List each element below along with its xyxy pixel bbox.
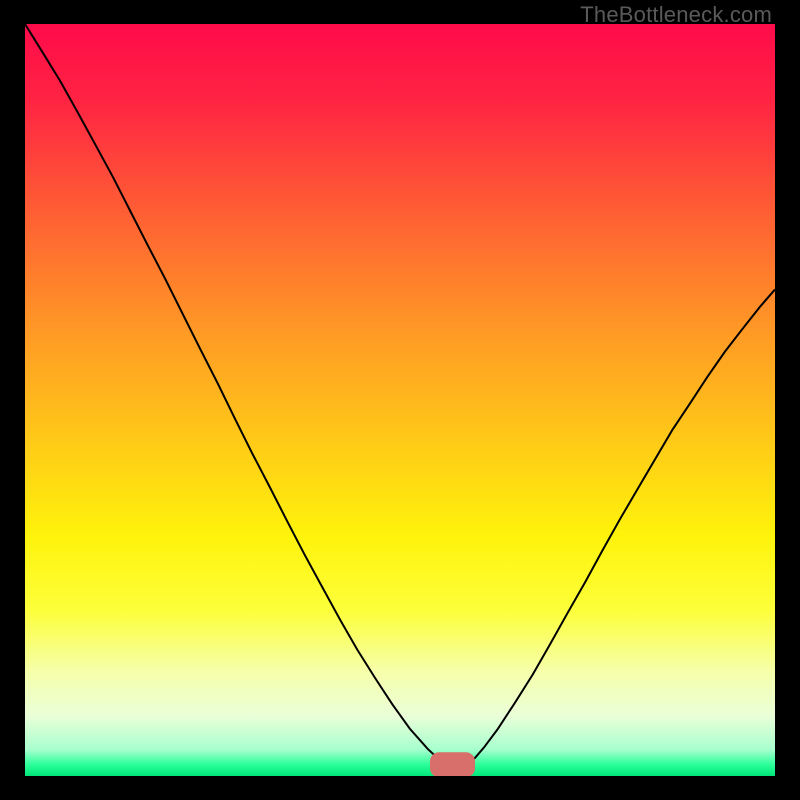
watermark-text: TheBottleneck.com <box>580 2 772 28</box>
chart-background <box>25 24 775 776</box>
optimum-marker <box>430 752 475 776</box>
chart-frame <box>25 24 775 776</box>
bottleneck-chart <box>25 24 775 776</box>
